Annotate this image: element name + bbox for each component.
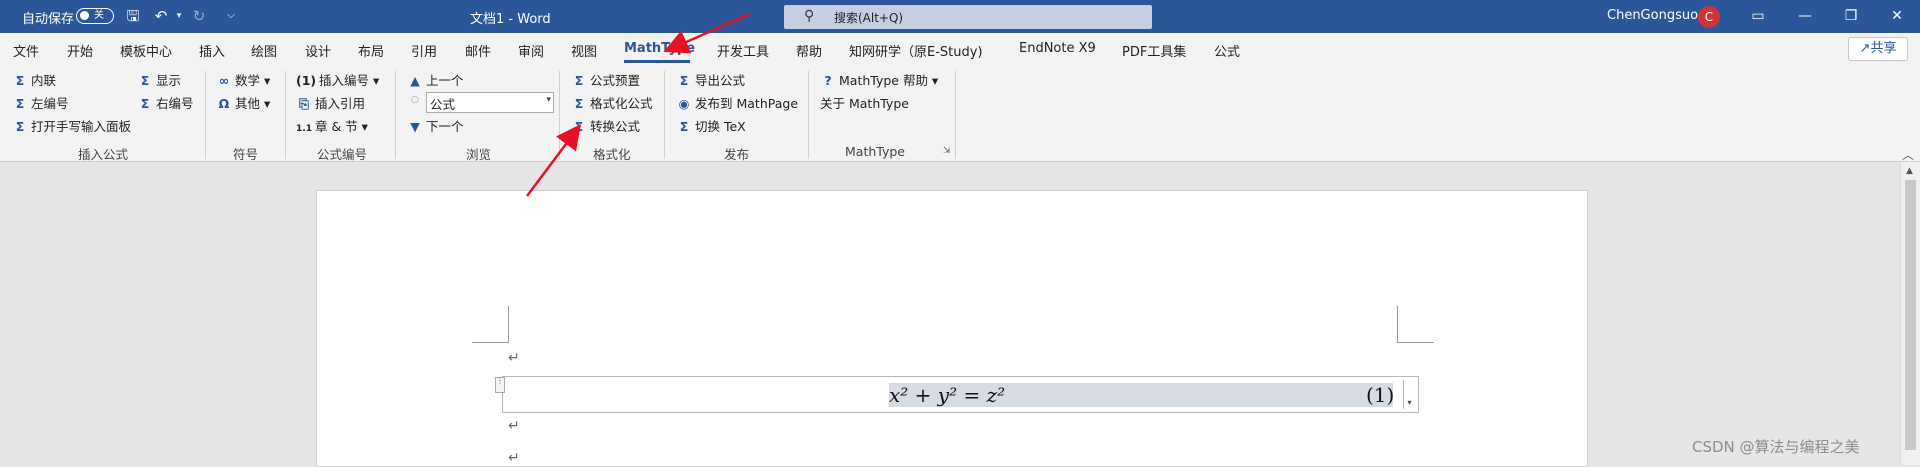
arrow-to-mathtype-tab	[663, 12, 751, 54]
annotation-arrows	[526, 12, 751, 197]
arrow-to-convert-button	[526, 124, 581, 197]
